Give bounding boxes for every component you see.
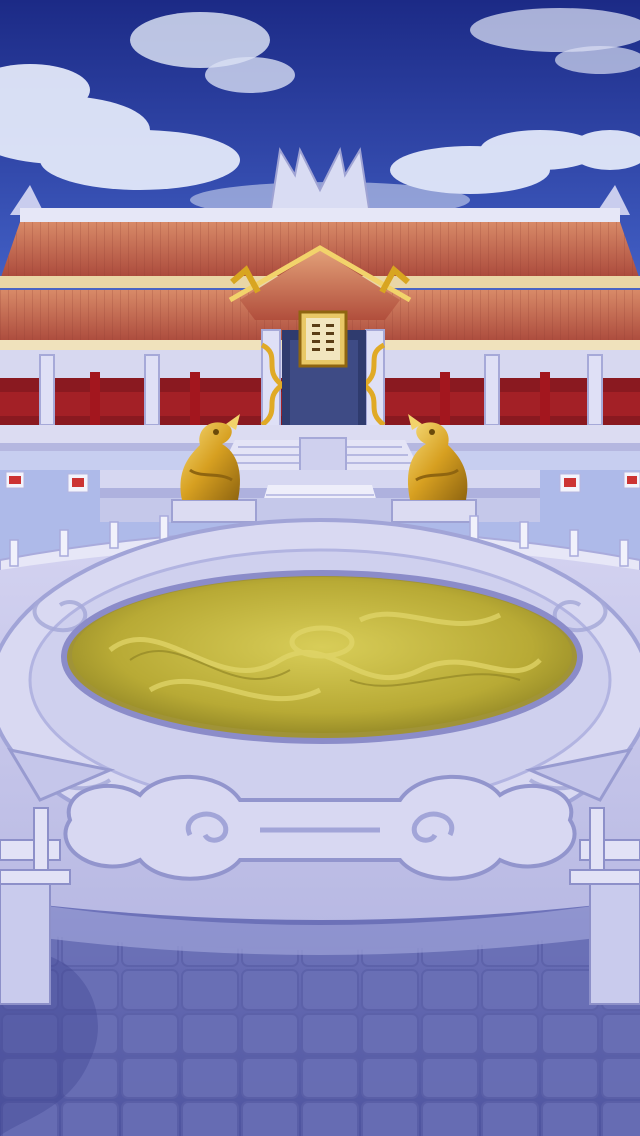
courtyard-floor — [0, 900, 640, 1136]
dragon-emblem-floor — [61, 570, 583, 744]
plaque-icon — [298, 310, 348, 368]
game-background-scene — [0, 0, 640, 1136]
palace-illustration — [0, 0, 640, 1136]
